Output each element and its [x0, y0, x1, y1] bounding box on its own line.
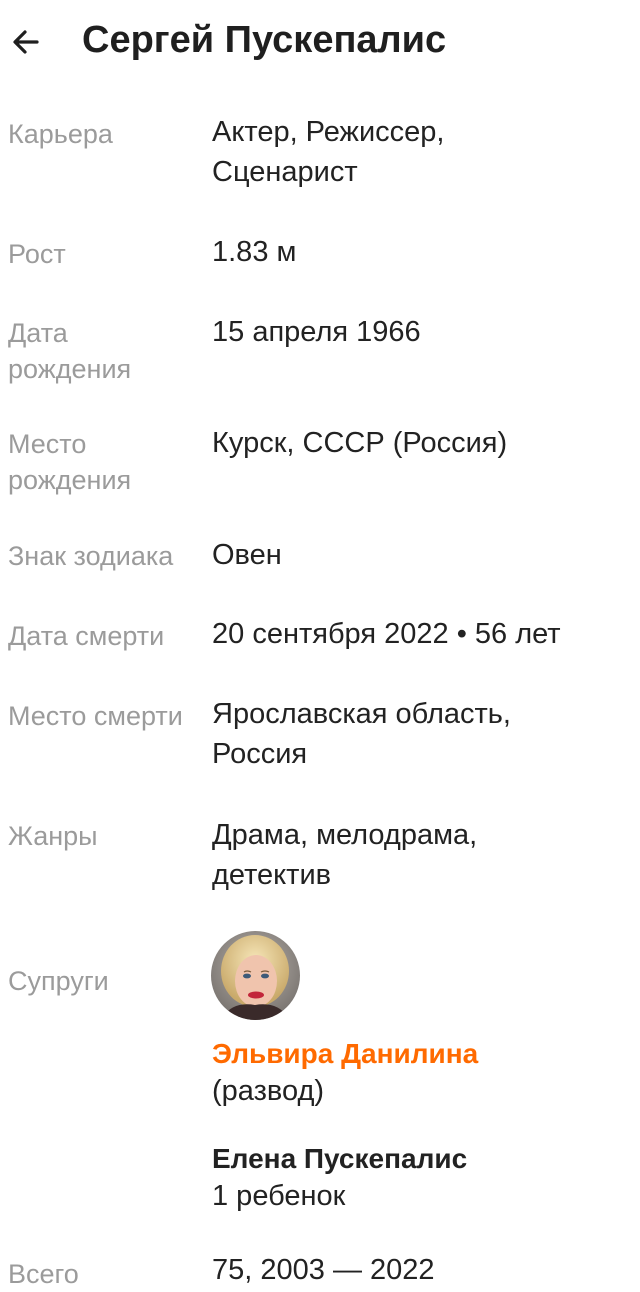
detail-label: Жанры	[8, 821, 98, 851]
detail-value: 75, 2003 — 2022	[212, 1254, 435, 1286]
back-button[interactable]	[6, 22, 46, 62]
arrow-left-icon	[13, 30, 39, 54]
detail-value: 20 сентября 2022 • 56 лет	[212, 618, 561, 650]
detail-label: Супруги	[8, 966, 109, 996]
detail-label: Всего	[8, 1259, 79, 1289]
detail-label: Дата смерти	[8, 621, 165, 651]
spouse-item: Елена Пускепалис 1 ребенок	[212, 1141, 632, 1215]
spouse-item: Эльвира Данилина (развод)	[212, 1036, 632, 1110]
detail-label: Место смерти	[8, 701, 183, 731]
spouse-avatar[interactable]	[211, 931, 300, 1020]
spouse-name: Елена Пускепалис	[212, 1143, 468, 1174]
spouse-photo	[211, 931, 300, 1020]
detail-label: Место рождения	[8, 429, 132, 495]
spouse-note: (развод)	[212, 1075, 325, 1107]
detail-value: Овен	[212, 539, 282, 571]
detail-value: Курск, СССР (Россия)	[212, 427, 508, 459]
detail-label: Карьера	[8, 119, 113, 149]
detail-label: Знак зодиака	[8, 541, 174, 571]
detail-value: Драма, мелодрама, детектив	[212, 819, 478, 891]
detail-value: Ярославская область, Россия	[212, 698, 511, 770]
spouse-name-link[interactable]: Эльвира Данилина	[212, 1036, 632, 1072]
spouse-note: 1 ребенок	[212, 1180, 346, 1212]
detail-value: Актер, Режиссер, Сценарист	[212, 116, 445, 188]
app-header: Сергей Пускепалис	[0, 0, 640, 84]
detail-value: 15 апреля 1966	[212, 316, 421, 348]
detail-label: Рост	[8, 239, 66, 269]
page-title: Сергей Пускепалис	[82, 19, 447, 61]
detail-label: Дата рождения	[8, 318, 132, 384]
detail-value: 1.83 м	[212, 236, 297, 268]
